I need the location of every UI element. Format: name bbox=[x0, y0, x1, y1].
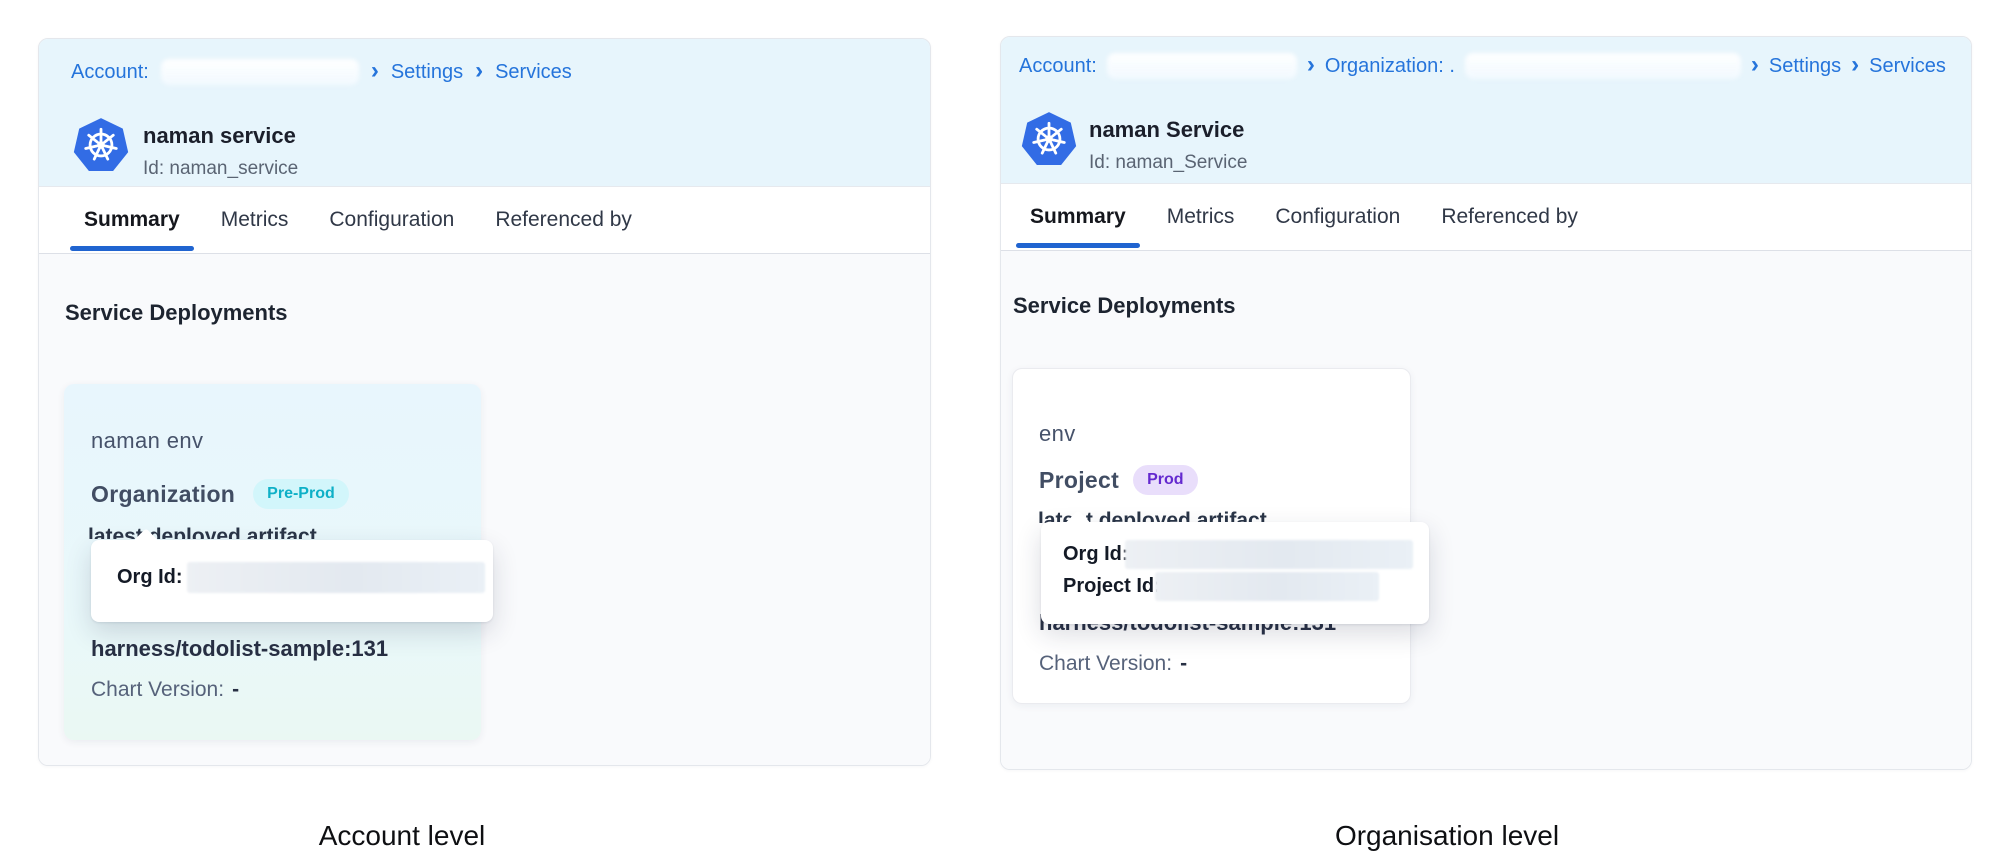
chevron-right-icon: › bbox=[475, 61, 483, 81]
chevron-right-icon: › bbox=[371, 61, 379, 81]
tab-configuration[interactable]: Configuration bbox=[1261, 184, 1414, 250]
chevron-right-icon: › bbox=[1751, 55, 1759, 75]
redacted-account-name bbox=[161, 59, 359, 85]
service-id: Id: naman_service bbox=[143, 158, 298, 180]
section-title: Service Deployments bbox=[1013, 293, 1236, 319]
summary-body: Service Deployments naman env Organizati… bbox=[39, 254, 930, 765]
redacted-org-id-value bbox=[1125, 540, 1413, 569]
service-identity: naman service Id: naman_service bbox=[143, 123, 298, 180]
redacted-org-id-value bbox=[187, 562, 485, 593]
breadcrumb-services-link[interactable]: Services bbox=[1869, 55, 1946, 78]
chevron-right-icon: › bbox=[1851, 55, 1859, 75]
env-type-badge: Prod bbox=[1133, 465, 1197, 495]
tab-metrics[interactable]: Metrics bbox=[1153, 184, 1249, 250]
org-id-label: Org Id: bbox=[1063, 543, 1129, 566]
breadcrumb: Account: › Settings › Services bbox=[71, 59, 572, 85]
env-type-badge: Pre-Prod bbox=[253, 479, 349, 509]
tab-bar: Summary Metrics Configuration Referenced… bbox=[39, 186, 930, 254]
tab-summary[interactable]: Summary bbox=[70, 187, 194, 253]
breadcrumb-account-link[interactable]: Account: bbox=[71, 61, 149, 84]
tab-referenced-by[interactable]: Referenced by bbox=[1427, 184, 1592, 250]
caption-account-level: Account level bbox=[242, 820, 562, 852]
breadcrumb-settings-link[interactable]: Settings bbox=[1769, 55, 1841, 78]
tab-summary[interactable]: Summary bbox=[1016, 184, 1140, 250]
breadcrumb-services-link[interactable]: Services bbox=[495, 61, 572, 84]
service-header: Account: › Organization: . › Settings › … bbox=[1001, 37, 1971, 183]
environment-scope-row: Organization Pre-Prod bbox=[91, 479, 349, 509]
chevron-right-icon: › bbox=[1307, 55, 1315, 75]
project-id-label: Project Id: bbox=[1063, 575, 1161, 598]
organisation-level-panel: Account: › Organization: . › Settings › … bbox=[1000, 36, 1972, 770]
tab-referenced-by[interactable]: Referenced by bbox=[481, 187, 646, 253]
environment-scope: Project bbox=[1039, 467, 1119, 494]
service-id: Id: naman_Service bbox=[1089, 152, 1247, 174]
tab-metrics[interactable]: Metrics bbox=[207, 187, 303, 253]
tab-bar: Summary Metrics Configuration Referenced… bbox=[1001, 183, 1971, 251]
breadcrumb-settings-link[interactable]: Settings bbox=[391, 61, 463, 84]
env-scope-tooltip: Org Id: bbox=[91, 540, 493, 622]
environment-name: env bbox=[1039, 421, 1076, 447]
caption-organisation-level: Organisation level bbox=[1287, 820, 1607, 852]
section-title: Service Deployments bbox=[65, 300, 288, 326]
environment-scope-row: Project Prod bbox=[1039, 465, 1198, 495]
service-name: naman service bbox=[143, 123, 298, 149]
breadcrumb-organization-link[interactable]: Organization: . bbox=[1325, 55, 1455, 78]
environment-name: naman env bbox=[91, 428, 203, 454]
artifact-name: harness/todolist-sample:131 bbox=[91, 636, 388, 662]
breadcrumb: Account: › Organization: . › Settings › … bbox=[1019, 53, 1946, 79]
redacted-organization-name bbox=[1465, 53, 1741, 79]
chart-version: Chart Version:- bbox=[91, 678, 239, 702]
tab-configuration[interactable]: Configuration bbox=[315, 187, 468, 253]
env-scope-tooltip: Org Id: Project Id: bbox=[1041, 522, 1429, 624]
service-identity: naman Service Id: naman_Service bbox=[1089, 117, 1247, 174]
breadcrumb-account-link[interactable]: Account: bbox=[1019, 55, 1097, 78]
environment-scope: Organization bbox=[91, 481, 235, 508]
account-level-panel: Account: › Settings › Services bbox=[38, 38, 931, 766]
service-name: naman Service bbox=[1089, 117, 1247, 143]
summary-body: Service Deployments env Project Prod lat… bbox=[1001, 251, 1971, 769]
org-id-label: Org Id: bbox=[117, 566, 183, 589]
kubernetes-icon bbox=[73, 117, 129, 173]
screenshot-stage: Account: › Settings › Services bbox=[0, 0, 2000, 865]
kubernetes-icon bbox=[1021, 111, 1077, 167]
chart-version: Chart Version:- bbox=[1039, 652, 1187, 676]
redacted-project-id-value bbox=[1155, 572, 1379, 601]
redacted-account-name bbox=[1107, 53, 1297, 79]
service-header: Account: › Settings › Services bbox=[39, 39, 930, 186]
